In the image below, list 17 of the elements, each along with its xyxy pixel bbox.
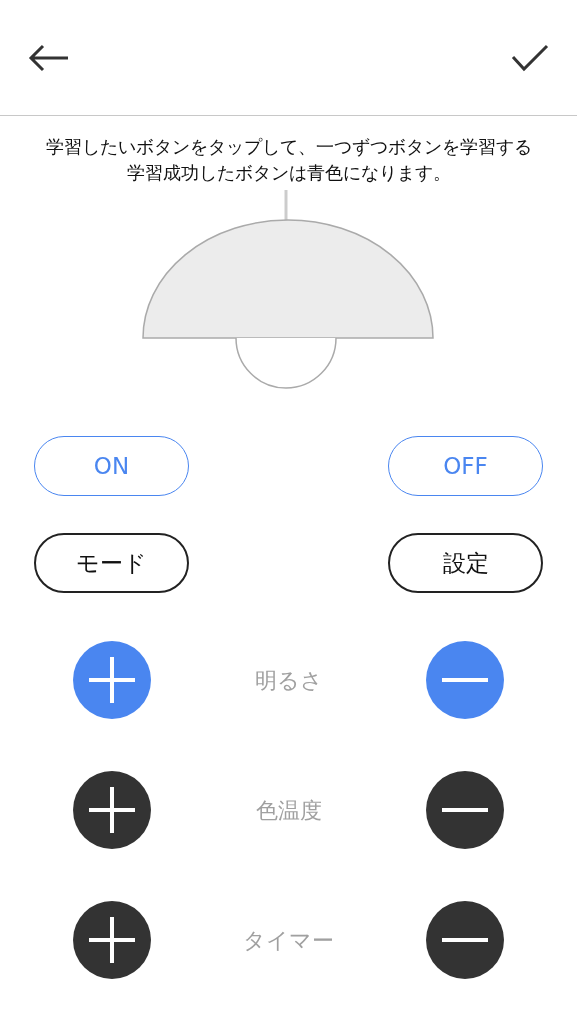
instruction-text: 学習したいボタンをタップして、一つずつボタンを学習する bbox=[44, 135, 533, 159]
setting-label: 明るさ bbox=[254, 666, 323, 695]
instruction-text: 学習成功したボタンは青色になります。 bbox=[125, 161, 452, 185]
plus-icon bbox=[89, 657, 135, 703]
minus-icon bbox=[442, 938, 488, 942]
remote-button[interactable]: 設定 bbox=[388, 533, 543, 593]
remote-button[interactable]: モード bbox=[34, 533, 189, 593]
plus-icon bbox=[89, 787, 135, 833]
check-icon[interactable] bbox=[511, 43, 549, 72]
minus-icon bbox=[442, 808, 488, 812]
plus-icon bbox=[89, 917, 135, 963]
remote-button[interactable]: OFF bbox=[388, 436, 543, 496]
back-arrow-icon[interactable] bbox=[28, 43, 70, 72]
minus-icon bbox=[442, 678, 488, 682]
setting-label: タイマー bbox=[243, 926, 334, 955]
remote-button[interactable]: ON bbox=[34, 436, 189, 496]
setting-label: 色温度 bbox=[255, 796, 322, 825]
